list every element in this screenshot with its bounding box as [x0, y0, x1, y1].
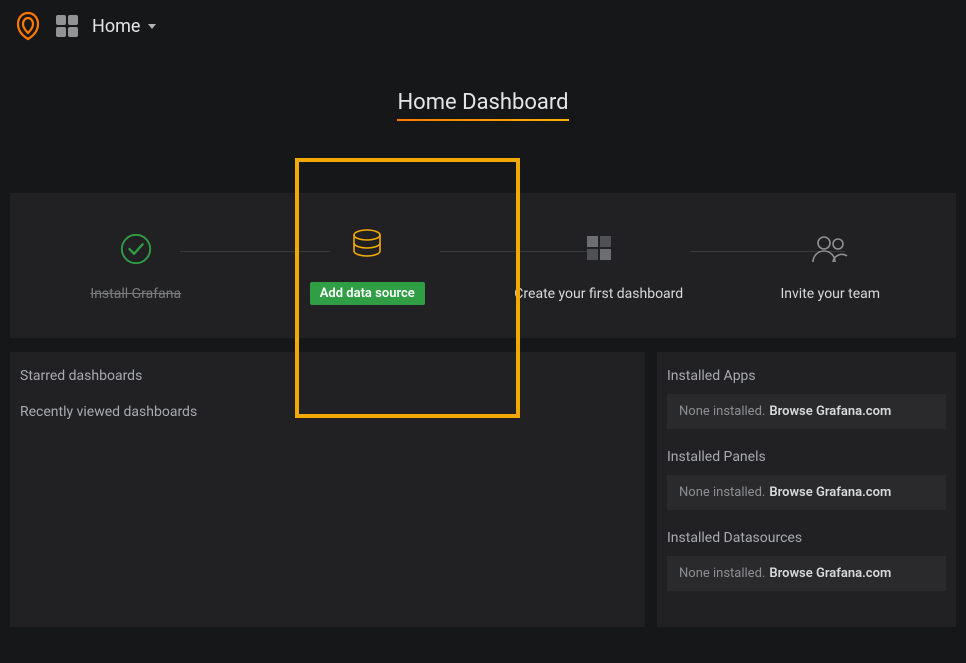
none-installed-label: None installed. — [679, 566, 765, 581]
installed-panels-empty: None installed. Browse Grafana.com — [667, 475, 946, 510]
browse-grafana-link[interactable]: Browse Grafana.com — [769, 485, 891, 500]
page-title: Home Dashboard — [397, 90, 568, 123]
installed-datasources-header: Installed Datasources — [667, 530, 946, 546]
none-installed-label: None installed. — [679, 485, 765, 500]
browse-grafana-link[interactable]: Browse Grafana.com — [769, 404, 891, 419]
breadcrumb-home[interactable]: Home — [92, 16, 156, 37]
browse-grafana-link[interactable]: Browse Grafana.com — [769, 566, 891, 581]
database-stack-icon — [349, 228, 385, 262]
step-label-install: Install Grafana — [90, 286, 181, 302]
step-label-invite: Invite your team — [780, 286, 880, 302]
installed-datasources-empty: None installed. Browse Grafana.com — [667, 556, 946, 591]
users-icon — [810, 232, 850, 266]
dashboards-panel: Starred dashboards Recently viewed dashb… — [10, 352, 645, 627]
chevron-down-icon — [148, 24, 156, 29]
step-add-data-source[interactable]: Add data source — [252, 226, 484, 305]
installed-panels-header: Installed Panels — [667, 449, 946, 465]
starred-dashboards-header: Starred dashboards — [20, 368, 635, 384]
step-install-grafana: Install Grafana — [20, 230, 252, 302]
none-installed-label: None installed. — [679, 404, 765, 419]
breadcrumb-label: Home — [92, 16, 140, 37]
dashboard-grid-icon[interactable] — [56, 15, 78, 37]
step-create-dashboard[interactable]: Create your first dashboard — [483, 230, 715, 302]
checkmark-circle-icon — [119, 232, 153, 266]
add-data-source-button[interactable]: Add data source — [310, 282, 425, 305]
grafana-logo-icon[interactable] — [14, 11, 42, 41]
recent-dashboards-header: Recently viewed dashboards — [20, 404, 635, 420]
step-invite-team[interactable]: Invite your team — [715, 230, 947, 302]
plugins-panel: Installed Apps None installed. Browse Gr… — [657, 352, 956, 627]
installed-apps-empty: None installed. Browse Grafana.com — [667, 394, 946, 429]
dashboard-panels-icon — [581, 232, 617, 266]
step-label-create-dashboard: Create your first dashboard — [514, 286, 683, 302]
installed-apps-header: Installed Apps — [667, 368, 946, 384]
onboarding-steps-panel: Install Grafana Add data source Create y… — [10, 193, 956, 338]
